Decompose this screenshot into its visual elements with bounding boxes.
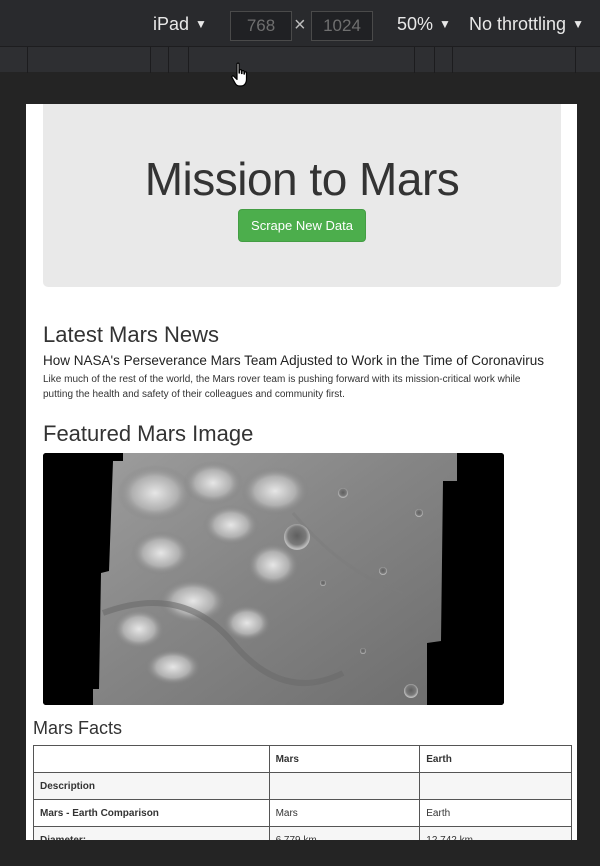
caret-down-icon: ▼ [439,17,451,31]
column-header: Mars [268,745,421,773]
ruler-divider [188,47,189,73]
featured-mars-image[interactable] [43,453,504,705]
ruler-divider [414,47,415,73]
row-label: Diameter: [33,826,270,840]
earth-value [419,772,572,800]
width-input[interactable]: 768 [230,11,292,41]
ruler-divider [575,47,576,73]
jumbotron: Mission to Mars Scrape New Data [43,104,561,287]
facts-heading: Mars Facts [33,718,123,738]
height-input[interactable]: 1024 [311,11,373,41]
hand-pointer-icon [231,62,248,87]
earth-value: Earth [419,799,572,827]
caret-down-icon: ▼ [195,17,207,31]
mars-value [268,772,421,800]
news-heading: Latest Mars News [43,322,220,347]
throttling-select[interactable]: No throttling ▼ [469,14,584,35]
ruler-divider [150,47,151,73]
table-row: Diameter: 6,779 km 12,742 km [33,826,572,840]
news-teaser: Like much of the rest of the world, the … [43,374,521,400]
row-label: Mars - Earth Comparison [33,799,270,827]
mars-surface-image [43,453,504,705]
mars-facts-table: Mars Earth Description Mars - Earth Comp… [33,745,572,840]
device-toolbar: iPad ▼ 768 × 1024 50% ▼ No throttling ▼ [0,0,600,46]
times-sign: × [294,14,306,36]
column-header: Earth [419,745,572,773]
mars-value: 6,779 km [268,826,421,840]
device-select-label: iPad [153,14,190,34]
row-label: Description [33,772,270,800]
ruler-divider [452,47,453,73]
scrape-button[interactable]: Scrape New Data [238,209,366,242]
earth-value: 12,742 km [419,826,572,840]
news-title: How NASA's Perseverance Mars Team Adjust… [43,353,545,368]
page-title: Mission to Mars [144,153,460,205]
mars-value: Mars [268,799,421,827]
column-header [33,745,270,773]
zoom-select-label: 50% [397,14,434,34]
table-row: Mars - Earth Comparison Mars Earth [33,799,572,827]
device-select[interactable]: iPad ▼ [153,14,207,35]
featured-image-heading: Featured Mars Image [43,421,254,446]
media-query-bar[interactable] [0,46,600,73]
zoom-select[interactable]: 50% ▼ [397,14,451,35]
page-viewport: Mission to Mars Scrape New Data Latest M… [26,104,577,840]
table-header-row: Mars Earth [33,745,572,773]
table-row: Description [33,772,572,800]
throttling-select-label: No throttling [469,14,567,34]
ruler-divider [27,47,28,73]
caret-down-icon: ▼ [572,17,584,31]
ruler-divider [168,47,169,73]
ruler-divider [434,47,435,73]
